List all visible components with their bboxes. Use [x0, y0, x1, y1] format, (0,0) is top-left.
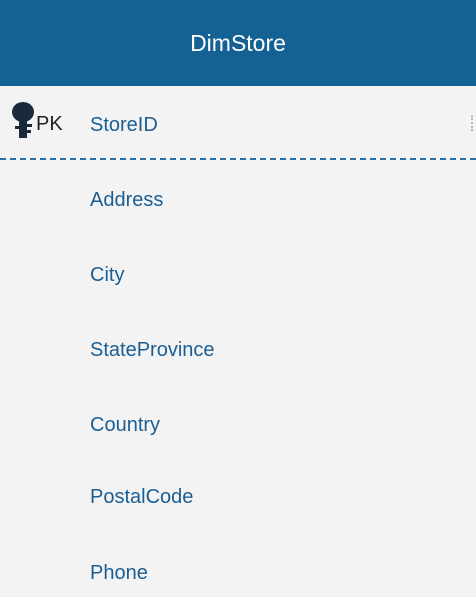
key-icon — [12, 102, 34, 138]
primary-key-divider — [0, 158, 476, 160]
entity-header: DimStore — [0, 0, 476, 86]
primary-key-row — [0, 86, 476, 162]
field-address[interactable]: Address — [90, 188, 163, 212]
field-storeid[interactable]: StoreID — [90, 113, 158, 137]
field-city[interactable]: City — [90, 263, 124, 287]
field-phone[interactable]: Phone — [90, 561, 148, 585]
entity-body — [0, 86, 476, 597]
field-stateprovince[interactable]: StateProvince — [90, 338, 215, 362]
pk-marker: PK — [36, 113, 63, 135]
relationship-connector — [471, 115, 476, 131]
entity-dimstore[interactable]: DimStore PK StoreID Address City StatePr… — [0, 0, 476, 609]
field-postalcode[interactable]: PostalCode — [90, 485, 193, 509]
entity-title: DimStore — [190, 29, 286, 56]
field-country[interactable]: Country — [90, 413, 160, 437]
